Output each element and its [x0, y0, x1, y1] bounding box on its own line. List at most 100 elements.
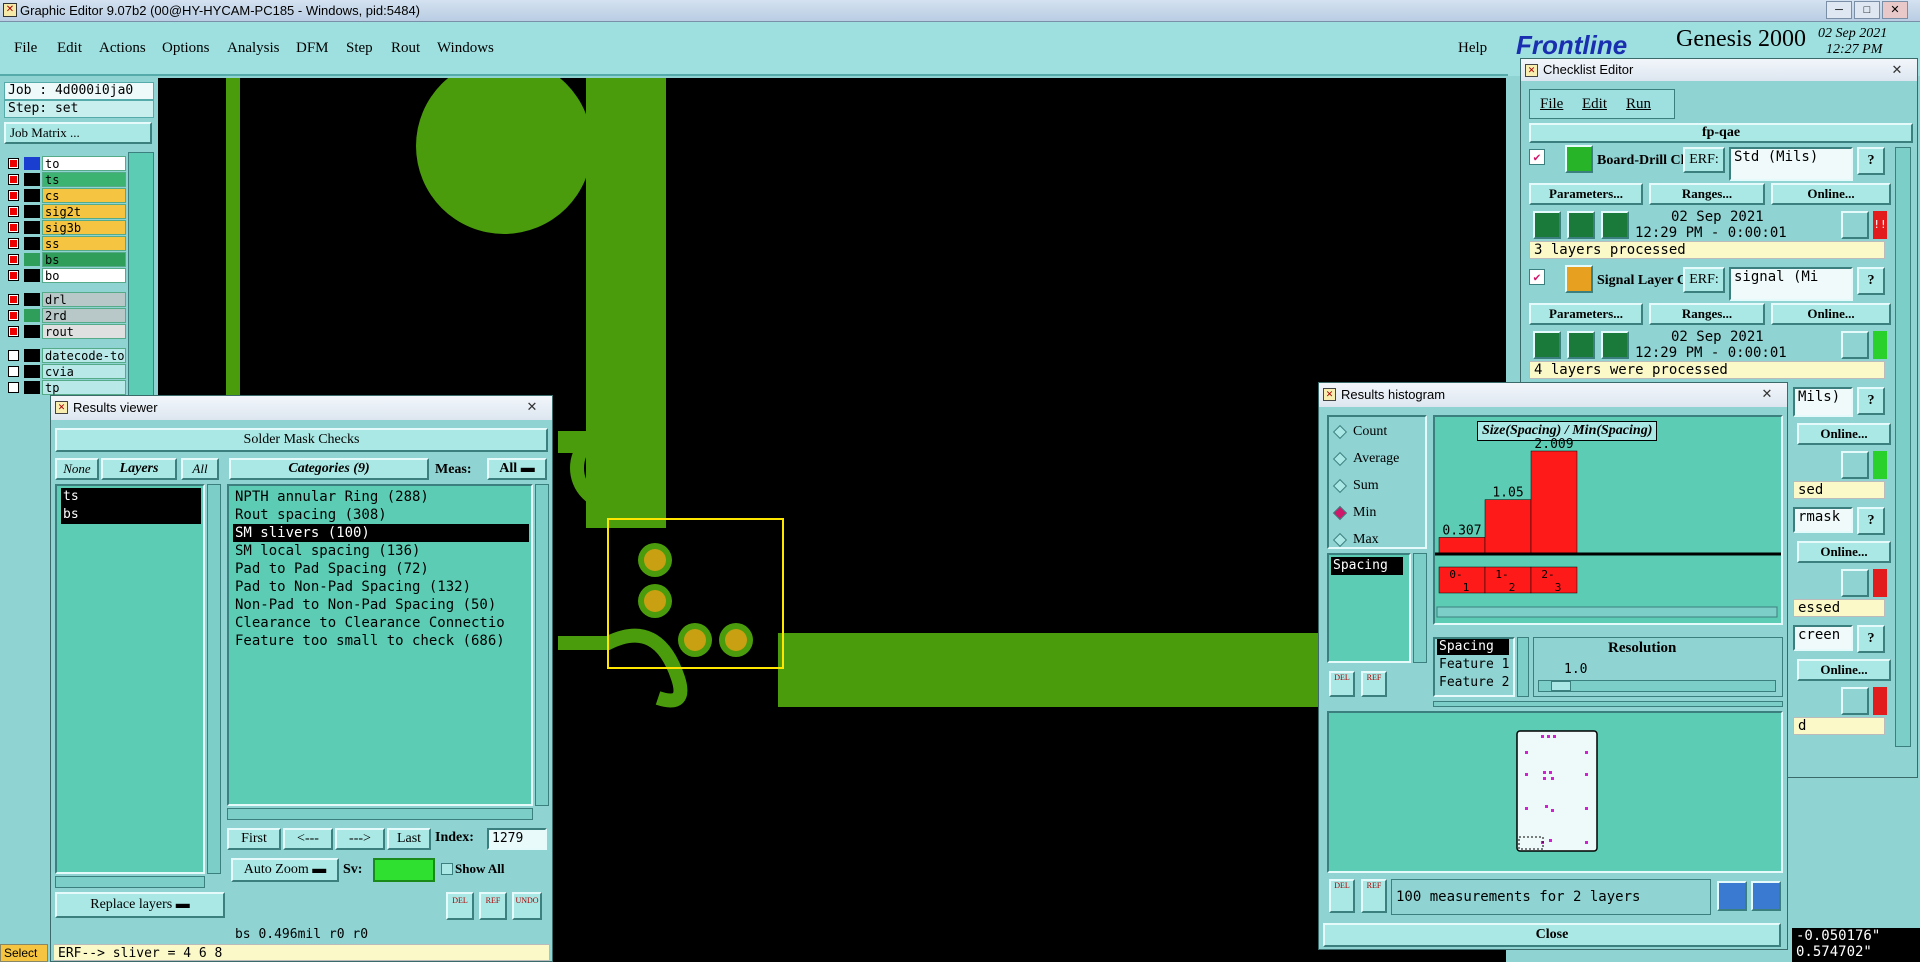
layer-row[interactable]: tp	[4, 380, 126, 395]
menu-help[interactable]: Help	[1458, 40, 1487, 57]
all-button[interactable]: All	[181, 458, 219, 480]
check-item-checkbox[interactable]: ✔	[1529, 149, 1545, 165]
erf-value-field[interactable]: Std (Mils)	[1729, 147, 1853, 181]
measure-list-scrollbar[interactable]	[1413, 553, 1427, 663]
erf-button[interactable]: ERF:	[1683, 147, 1725, 173]
run-icon[interactable]	[1601, 211, 1629, 239]
ranges-button[interactable]: Ranges...	[1649, 303, 1765, 325]
list-item[interactable]: NPTH annular Ring (288)	[233, 488, 429, 506]
layer-checkbox[interactable]	[8, 366, 19, 377]
select-label[interactable]: Select	[0, 944, 48, 962]
menu-step[interactable]: Step	[346, 40, 373, 57]
layer-row[interactable]: cs	[4, 188, 126, 203]
checklist-scrollbar[interactable]	[1895, 147, 1911, 747]
layer-checkbox[interactable]	[8, 350, 19, 361]
layer-name[interactable]: sig3b	[42, 220, 126, 235]
menu-actions[interactable]: Actions	[99, 40, 146, 57]
run-icon[interactable]	[1567, 331, 1595, 359]
histogram-bar[interactable]	[1484, 499, 1532, 554]
layer-name[interactable]: ts	[42, 172, 126, 187]
list-item[interactable]: Feature 1	[1437, 657, 1509, 673]
layer-name[interactable]: bo	[42, 268, 126, 283]
run-icon[interactable]	[1533, 331, 1561, 359]
check-item-name[interactable]: Board-Drill Che	[1597, 153, 1683, 169]
erf-value-field[interactable]: Mils)	[1793, 387, 1853, 417]
layer-swatch[interactable]	[24, 253, 40, 266]
menu-options[interactable]: Options	[162, 40, 210, 57]
category-hscrollbar[interactable]	[227, 808, 533, 820]
layers-button[interactable]: Layers	[101, 458, 177, 480]
list-item[interactable]: ts	[61, 488, 201, 506]
layer-row[interactable]: bo	[4, 268, 126, 283]
online-button[interactable]: Online...	[1771, 183, 1891, 205]
layer-swatch[interactable]	[24, 205, 40, 218]
ranges-button[interactable]: Ranges...	[1649, 183, 1765, 205]
histogram-bar[interactable]	[1438, 537, 1486, 554]
category-scrollbar[interactable]	[535, 484, 549, 806]
run-icon[interactable]	[1567, 211, 1595, 239]
next-button[interactable]: --->	[335, 828, 385, 850]
layer-swatch[interactable]	[24, 173, 40, 186]
slider-thumb[interactable]	[1551, 681, 1571, 691]
del-button[interactable]: DEL	[1329, 671, 1355, 697]
erf-button[interactable]: ERF:	[1683, 267, 1725, 293]
resolution-slider[interactable]	[1538, 680, 1776, 692]
layer-list-scrollbar[interactable]	[207, 484, 221, 874]
layer-name[interactable]: sig2t	[42, 204, 126, 219]
sv-color-select[interactable]	[373, 858, 435, 882]
layer-checkbox[interactable]	[8, 206, 19, 217]
list-item[interactable]: Feature too small to check (686)	[233, 632, 505, 650]
check-item-name[interactable]: Signal Layer Ch	[1597, 273, 1683, 289]
layer-name[interactable]: tp	[42, 380, 126, 395]
online-button[interactable]: Online...	[1771, 303, 1891, 325]
online-button[interactable]: Online...	[1797, 659, 1891, 681]
help-icon[interactable]: ?	[1857, 625, 1885, 653]
radio-sum[interactable]: Sum	[1331, 475, 1379, 497]
layer-checkbox[interactable]	[8, 174, 19, 185]
del-button[interactable]: DEL	[1329, 879, 1355, 913]
layer-swatch[interactable]	[24, 309, 40, 322]
layer-name[interactable]: cvia	[42, 364, 126, 379]
menu-windows[interactable]: Windows	[437, 40, 494, 57]
layer-checkbox[interactable]	[8, 270, 19, 281]
del-button[interactable]: DEL	[446, 892, 474, 920]
layer-swatch[interactable]	[24, 221, 40, 234]
help-icon[interactable]: ?	[1857, 147, 1885, 175]
export-icon[interactable]	[1751, 881, 1781, 911]
layer-checkbox[interactable]	[8, 310, 19, 321]
online-button[interactable]: Online...	[1797, 541, 1891, 563]
list-item[interactable]: Pad to Non-Pad Spacing (132)	[233, 578, 471, 596]
zoom-icon[interactable]	[1841, 331, 1869, 359]
layer-name[interactable]: to	[42, 156, 126, 171]
menu-analysis[interactable]: Analysis	[227, 40, 280, 57]
layer-swatch[interactable]	[24, 325, 40, 338]
radio-max[interactable]: Max	[1331, 529, 1379, 551]
ref-button[interactable]: REF	[1361, 879, 1387, 913]
ref-button[interactable]: REF	[479, 892, 507, 920]
layer-name[interactable]: bs	[42, 252, 126, 267]
close-icon[interactable]: ✕	[1883, 61, 1911, 79]
layer-checkbox[interactable]	[8, 238, 19, 249]
layer-name[interactable]: cs	[42, 188, 126, 203]
graph-icon[interactable]	[1717, 881, 1747, 911]
layer-swatch[interactable]	[24, 269, 40, 282]
erf-value-field[interactable]: creen	[1793, 625, 1853, 651]
menu-dfm[interactable]: DFM	[296, 40, 329, 57]
none-button[interactable]: None	[55, 458, 99, 480]
list-item[interactable]: bs	[61, 506, 201, 524]
zoom-icon[interactable]	[1841, 687, 1869, 715]
list-item[interactable]: Rout spacing (308)	[233, 506, 387, 524]
layer-checkbox[interactable]	[8, 326, 19, 337]
meas-select[interactable]: All ▬	[487, 458, 547, 480]
layer-list-hscrollbar[interactable]	[55, 876, 205, 888]
list-item[interactable]: Clearance to Clearance Connectio	[233, 614, 505, 632]
close-button[interactable]: Close	[1323, 923, 1781, 947]
check-item-checkbox[interactable]: ✔	[1529, 269, 1545, 285]
layer-swatch[interactable]	[24, 189, 40, 202]
layer-row[interactable]: ts	[4, 172, 126, 187]
layer-name[interactable]: ss	[42, 236, 126, 251]
last-button[interactable]: Last	[387, 828, 431, 850]
list-item[interactable]: Spacing	[1437, 639, 1509, 655]
undo-button[interactable]: UNDO	[512, 892, 542, 920]
auto-zoom-select[interactable]: Auto Zoom ▬	[231, 858, 339, 882]
